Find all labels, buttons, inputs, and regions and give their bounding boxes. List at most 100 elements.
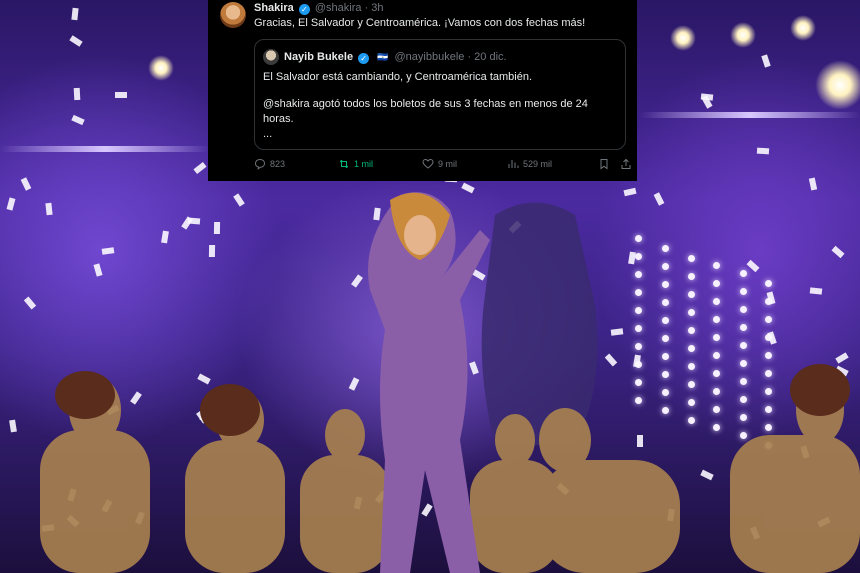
led-bulb xyxy=(688,309,695,316)
tweet-text: Gracias, El Salvador y Centroamérica. ¡V… xyxy=(254,17,586,29)
author-handle[interactable]: @shakira xyxy=(315,2,362,14)
led-bulb xyxy=(635,325,642,332)
stage-light-beam xyxy=(640,112,860,118)
heart-icon xyxy=(422,158,434,169)
repost-button[interactable]: 1 mil xyxy=(338,158,373,170)
quoted-tweet[interactable]: Nayib Bukele ✓ 🇸🇻 @nayibbukele · 20 dic.… xyxy=(254,39,626,150)
spotlight xyxy=(730,22,756,48)
confetti-piece xyxy=(115,92,127,98)
repost-count: 1 mil xyxy=(354,159,374,169)
led-bulb xyxy=(635,271,642,278)
quoted-text-line: horas. xyxy=(263,113,294,125)
confetti-piece xyxy=(628,251,636,265)
led-bulb xyxy=(662,245,669,252)
led-bulb xyxy=(713,316,720,323)
confetti-piece xyxy=(161,230,169,244)
quoted-header: Nayib Bukele ✓ 🇸🇻 @nayibbukele · 20 dic. xyxy=(284,51,507,64)
avatar[interactable] xyxy=(220,2,246,28)
verified-badge-icon: ✓ xyxy=(358,53,370,64)
confetti-piece xyxy=(653,192,665,206)
led-bulb xyxy=(740,270,747,277)
tweet-actions: 823 1 mil 9 mil 529 mil xyxy=(254,158,631,174)
confetti-piece xyxy=(761,54,771,68)
led-bulb xyxy=(662,353,669,360)
confetti-piece xyxy=(73,87,81,101)
led-bulb xyxy=(635,235,642,242)
lead-performer xyxy=(368,192,490,573)
avatar[interactable] xyxy=(263,49,279,65)
confetti-piece xyxy=(746,259,760,273)
confetti-piece xyxy=(831,245,845,259)
confetti-piece xyxy=(23,296,37,310)
quoted-time[interactable]: · 20 dic. xyxy=(467,51,506,63)
led-bulb xyxy=(765,280,772,287)
spotlight xyxy=(790,15,816,41)
confetti-piece xyxy=(101,247,115,255)
confetti-piece xyxy=(187,217,201,225)
author-name[interactable]: Shakira xyxy=(254,2,294,14)
views-icon xyxy=(508,160,519,168)
tweet-time[interactable]: · 3h xyxy=(365,2,384,14)
tweet-header: Shakira ✓ @shakira · 3h xyxy=(254,2,384,15)
led-bulb xyxy=(765,316,772,323)
led-bulb xyxy=(765,352,772,359)
led-bulb xyxy=(688,345,695,352)
repost-icon xyxy=(339,159,349,169)
confetti-piece xyxy=(6,197,16,211)
led-bulb xyxy=(713,280,720,287)
confetti-piece xyxy=(809,287,823,295)
confetti-piece xyxy=(93,263,103,277)
reply-button[interactable]: 823 xyxy=(254,158,285,170)
confetti-piece xyxy=(233,193,245,207)
confetti-piece xyxy=(756,147,770,155)
quoted-text-line: ... xyxy=(263,128,273,140)
reply-icon xyxy=(254,158,266,170)
confetti-piece xyxy=(20,177,32,191)
tweet-card[interactable]: Shakira ✓ @shakira · 3h Gracias, El Salv… xyxy=(208,0,637,181)
bookmark-button[interactable] xyxy=(598,158,610,170)
led-bulb xyxy=(635,307,642,314)
confetti-piece xyxy=(69,35,83,47)
confetti-piece xyxy=(193,161,207,175)
led-bulb xyxy=(662,299,669,306)
led-bulb xyxy=(713,298,720,305)
led-bulb xyxy=(688,273,695,280)
led-bulb xyxy=(635,289,642,296)
quoted-author-name[interactable]: Nayib Bukele xyxy=(284,51,353,63)
confetti-piece xyxy=(208,244,216,258)
quoted-text-line: @shakira agotó todos los boletos de sus … xyxy=(263,98,588,110)
led-bulb xyxy=(740,342,747,349)
led-bulb xyxy=(662,281,669,288)
reply-count: 823 xyxy=(270,159,286,169)
bookmark-icon xyxy=(600,159,608,170)
verified-badge-icon: ✓ xyxy=(298,4,310,15)
like-count: 9 mil xyxy=(438,159,458,169)
confetti-piece xyxy=(767,331,777,345)
views-count: 529 mil xyxy=(523,159,553,169)
quoted-author-handle[interactable]: @nayibbukele xyxy=(395,51,465,63)
confetti-piece xyxy=(213,221,221,235)
led-bulb xyxy=(740,324,747,331)
like-button[interactable]: 9 mil xyxy=(422,158,457,170)
views-button[interactable]: 529 mil xyxy=(507,158,552,170)
spotlight xyxy=(815,60,860,110)
affiliation-badge-icon: 🇸🇻 xyxy=(377,52,389,62)
share-icon xyxy=(621,158,631,169)
spotlight xyxy=(148,55,174,81)
led-bulb xyxy=(635,343,642,350)
confetti-piece xyxy=(808,177,818,191)
led-bulb xyxy=(688,327,695,334)
led-bulb xyxy=(713,334,720,341)
stage-light-beam xyxy=(0,146,210,152)
confetti-piece xyxy=(623,187,637,197)
led-bulb xyxy=(713,262,720,269)
led-bulb xyxy=(688,255,695,262)
led-bulb xyxy=(688,291,695,298)
led-bulb xyxy=(662,263,669,270)
spotlight xyxy=(670,25,696,51)
led-bulb xyxy=(740,288,747,295)
led-bulb xyxy=(662,317,669,324)
share-button[interactable] xyxy=(620,158,632,170)
confetti-piece xyxy=(71,114,85,126)
confetti-piece xyxy=(45,202,53,216)
